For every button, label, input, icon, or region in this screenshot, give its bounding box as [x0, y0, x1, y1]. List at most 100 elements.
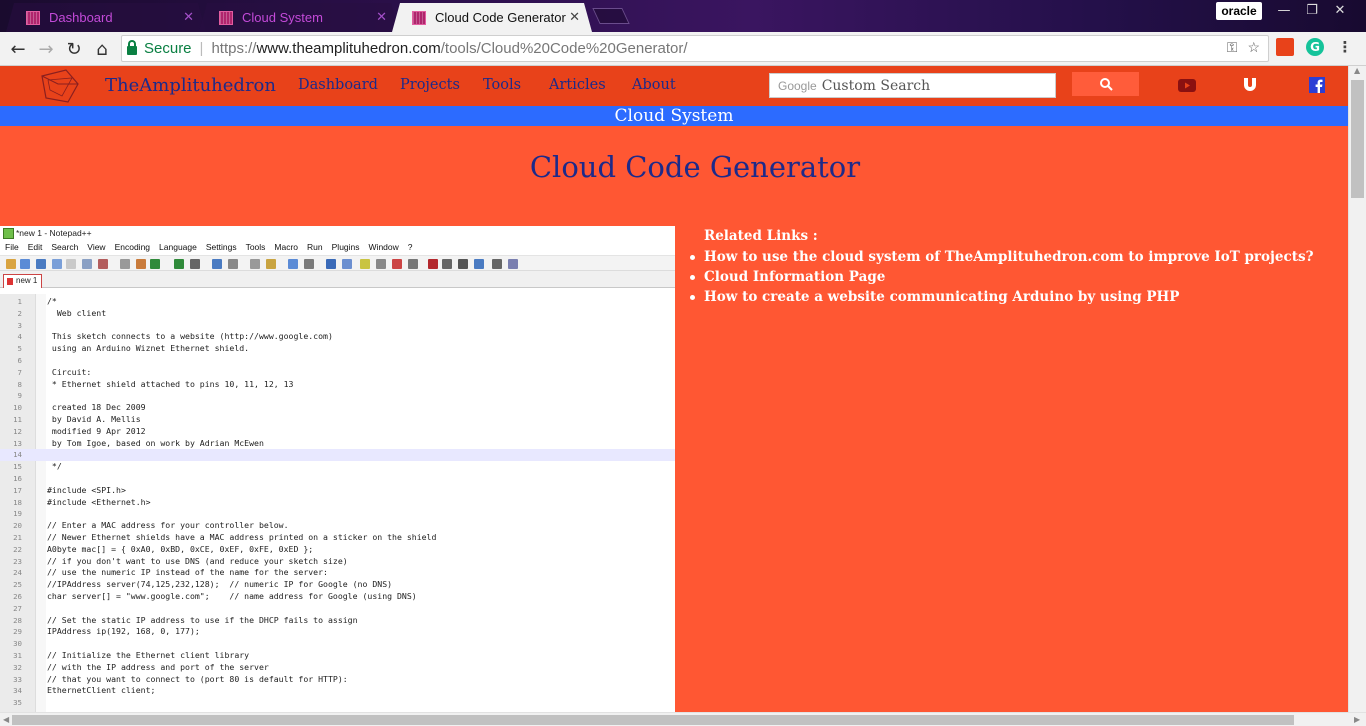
notepad-menu-bar: File Edit Search View Encoding Language … — [0, 240, 675, 255]
new-tab-button[interactable] — [592, 8, 630, 24]
notepad-menu-item: Edit — [27, 242, 43, 252]
code-line: 16 — [0, 473, 675, 485]
search-button[interactable] — [1072, 72, 1139, 96]
code-text: EthernetClient client; — [47, 685, 156, 696]
horizontal-scroll-thumb[interactable] — [12, 715, 1294, 725]
office-extension-icon[interactable] — [1276, 38, 1294, 56]
url-path: /tools/Cloud%20Code%20Generator/ — [440, 40, 688, 57]
nav-projects-link[interactable]: Projects — [400, 77, 460, 93]
code-line: 18 #include <Ethernet.h> — [0, 497, 675, 509]
code-text: #include <Ethernet.h> — [47, 496, 151, 507]
code-text: // if you don't want to use DNS (and red… — [47, 555, 348, 566]
profile-button[interactable]: oracle — [1216, 2, 1262, 20]
browser-tab-cloud-code-generator[interactable]: Cloud Code Generator ✕ — [392, 3, 592, 32]
code-line: 5 using an Arduino Wiznet Ethernet shiel… — [0, 343, 675, 355]
key-icon[interactable]: ⚿ — [1227, 39, 1238, 56]
amplituhedron-logo-icon[interactable] — [38, 68, 80, 104]
secure-label: Secure — [144, 40, 192, 57]
facebook-icon[interactable] — [1308, 77, 1326, 93]
code-line: 14 — [0, 449, 675, 462]
youtube-icon[interactable] — [1178, 77, 1196, 93]
nav-dashboard-link[interactable]: Dashboard — [298, 77, 378, 93]
restore-icon[interactable]: ❐ — [1298, 0, 1326, 20]
code-line: 33 // that you want to connect to (port 8… — [0, 674, 675, 686]
code-line: 7 Circuit: — [0, 367, 675, 379]
close-window-icon[interactable]: ✕ — [1326, 0, 1354, 20]
site-brand-link[interactable]: TheAmplituhedron — [105, 75, 276, 96]
close-tab-icon[interactable]: ✕ — [183, 9, 194, 25]
browser-tab-cloud-system[interactable]: Cloud System ✕ — [199, 3, 399, 32]
reload-icon[interactable]: ↻ — [61, 36, 87, 62]
notepad-toolbar-icon — [474, 259, 484, 269]
scroll-left-icon[interactable]: ◀ — [3, 715, 9, 724]
custom-search-input[interactable]: Google Custom Search — [769, 73, 1056, 98]
notepad-toolbar-icon — [508, 259, 518, 269]
code-text: */ — [47, 461, 62, 472]
line-number: 14 — [13, 450, 22, 460]
minimize-icon[interactable]: — — [1270, 0, 1298, 20]
scroll-right-icon[interactable]: ▶ — [1354, 715, 1360, 724]
code-text: // Initialize the Ethernet client librar… — [47, 650, 250, 660]
notepad-toolbar-icon — [82, 259, 92, 269]
code-line: 21 // Newer Ethernet shields have a MAC a… — [0, 532, 675, 544]
notepad-toolbar-icon — [442, 259, 452, 269]
related-link-cloud-system-iot[interactable]: How to use the cloud system of TheAmplit… — [690, 247, 1313, 267]
code-line: 27 — [0, 603, 675, 615]
grammarly-extension-icon[interactable]: G — [1306, 38, 1324, 56]
line-number: 34 — [13, 686, 22, 696]
code-line: 30 — [0, 638, 675, 650]
vertical-scroll-thumb[interactable] — [1351, 80, 1364, 198]
browser-tab-dashboard[interactable]: Dashboard ✕ — [6, 3, 206, 32]
related-link-cloud-information[interactable]: Cloud Information Page — [690, 267, 1313, 287]
close-tab-icon[interactable]: ✕ — [376, 9, 387, 25]
line-number: 24 — [13, 568, 22, 578]
bookmark-star-icon[interactable]: ☆ — [1247, 39, 1260, 56]
magnet-icon[interactable] — [1241, 77, 1259, 93]
notepad-toolbar-icon — [52, 259, 62, 269]
notepad-toolbar-icon — [6, 259, 16, 269]
back-icon[interactable]: ← — [5, 36, 31, 62]
related-links-list: How to use the cloud system of TheAmplit… — [690, 247, 1313, 307]
notepad-toolbar-icon — [228, 259, 238, 269]
nav-about-link[interactable]: About — [632, 77, 676, 93]
omnibox-divider: | — [199, 40, 204, 57]
notepad-menu-item: Settings — [205, 242, 237, 252]
notepad-menu-item: Macro — [274, 242, 299, 252]
line-number: 7 — [17, 367, 22, 377]
notepad-menu-item: Search — [51, 242, 79, 252]
code-line: 29 IPAddress ip(192, 168, 0, 177); — [0, 626, 675, 638]
home-icon[interactable]: ⌂ — [89, 36, 115, 62]
address-bar[interactable]: Secure | https:// www.theamplituhedron.c… — [121, 35, 1269, 62]
related-link-arduino-php[interactable]: How to create a website communicating Ar… — [690, 287, 1313, 307]
horizontal-scrollbar[interactable]: ◀ ▶ — [0, 712, 1366, 726]
notepad-editor: 1/* 2 Web client 3 4 This sketch connects t… — [0, 294, 675, 712]
scroll-up-icon[interactable]: ▲ — [1354, 66, 1360, 75]
code-line: 32 // with the IP address and port of the… — [0, 662, 675, 674]
line-number: 3 — [17, 320, 22, 330]
notepad-menu-item: Run — [307, 242, 323, 252]
code-line: 24 // use the numeric IP instead of the n… — [0, 567, 675, 579]
section-banner: Cloud System — [0, 106, 1348, 126]
notepad-toolbar-icon — [360, 259, 370, 269]
nav-tools-link[interactable]: Tools — [483, 77, 521, 93]
notepad-menu-item: File — [5, 242, 19, 252]
code-text: * Ethernet shield attached to pins 10, 1… — [47, 378, 294, 389]
notepad-toolbar-icon — [66, 259, 76, 269]
site-navbar: TheAmplituhedron Dashboard Projects Tool… — [0, 66, 1348, 106]
related-links-panel: Related Links : How to use the cloud sys… — [690, 228, 1313, 307]
menu-kebab-icon[interactable]: ⋮ — [1336, 38, 1354, 56]
code-line: 22 A0byte mac[] = { 0xA0, 0xBD, 0xCE, 0xE… — [0, 544, 675, 556]
close-tab-icon[interactable]: ✕ — [569, 9, 580, 25]
code-line: 15 */ — [0, 461, 675, 473]
code-line: 12 modified 9 Apr 2012 — [0, 426, 675, 438]
notepad-toolbar-icon — [136, 259, 146, 269]
code-line: 11 by David A. Mellis — [0, 414, 675, 426]
forward-icon[interactable]: → — [33, 36, 59, 62]
code-text: /* — [47, 296, 57, 306]
site-favicon-icon — [219, 11, 233, 25]
code-text: // Set the static IP address to use if t… — [47, 614, 358, 625]
nav-articles-link[interactable]: Articles — [549, 77, 606, 93]
notepad-toolbar-icon — [288, 259, 298, 269]
vertical-scrollbar[interactable]: ▲ — [1348, 66, 1366, 712]
code-text: //IPAddress server(74,125,232,128); // n… — [47, 579, 393, 590]
